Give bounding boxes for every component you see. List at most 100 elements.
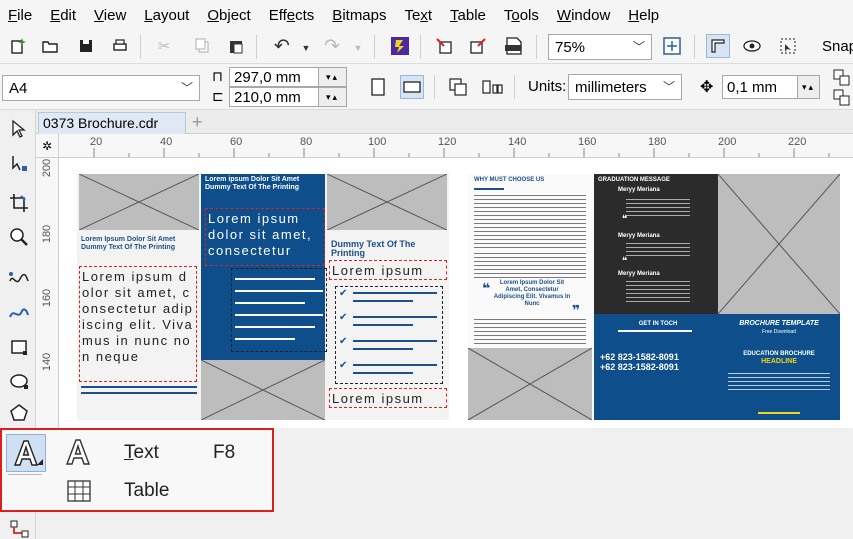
publish-pdf-icon[interactable] xyxy=(502,34,526,58)
current-page-icon[interactable] xyxy=(480,75,504,99)
open-folder-icon[interactable] xyxy=(38,34,62,58)
panel1-body-text[interactable]: Lorem ipsum dolor sit amet, consectetur … xyxy=(79,266,197,382)
free-download-label[interactable]: Free Download xyxy=(720,328,838,336)
menu-help[interactable]: Help xyxy=(628,7,659,24)
person-name[interactable]: Meryy Meriana xyxy=(618,186,698,194)
search-content-icon[interactable] xyxy=(388,34,412,58)
nudge-stepper-icon[interactable]: ▾▴ xyxy=(797,76,819,98)
new-tab-button[interactable]: + xyxy=(192,112,203,133)
image-placeholder[interactable] xyxy=(327,174,447,230)
panel1-heading[interactable]: Lorem Ipsum Dolor Sit Amet Dummy Text Of… xyxy=(81,236,197,252)
panel3-body-top[interactable]: Lorem ipsum xyxy=(329,260,447,280)
image-placeholder[interactable] xyxy=(79,174,199,230)
get-in-touch-heading[interactable]: GET IN TOCH xyxy=(618,320,698,328)
import-icon[interactable] xyxy=(432,34,456,58)
menu-effects[interactable]: Effects xyxy=(269,7,315,24)
crop-tool-icon[interactable] xyxy=(6,190,32,216)
page-width-value: 297,0 mm xyxy=(234,68,301,86)
headline-label[interactable]: HEADLINE xyxy=(720,358,838,366)
quote-text[interactable]: Lorem Ipsum Dolor Sit Amet, Consectetur … xyxy=(492,280,572,308)
chevron-down-icon: ﹀ xyxy=(662,80,675,94)
phone-number[interactable]: +62 823-1582-8091 xyxy=(600,362,716,372)
phone-number[interactable]: +62 823-1582-8091 xyxy=(600,352,716,362)
print-icon[interactable] xyxy=(108,34,132,58)
freehand-tool-icon[interactable] xyxy=(6,266,32,292)
portrait-orientation-icon[interactable] xyxy=(366,75,390,99)
page-size-select[interactable]: A4 ﹀ xyxy=(2,75,200,101)
menu-view[interactable]: View xyxy=(94,7,126,24)
page-height-stepper-icon[interactable]: ▾▴ xyxy=(318,88,346,106)
export-icon[interactable] xyxy=(466,34,490,58)
shape-tool-icon[interactable] xyxy=(6,150,32,176)
redo-icon[interactable]: ↷ xyxy=(320,34,344,58)
artistic-media-tool-icon[interactable] xyxy=(6,300,32,326)
menu-window[interactable]: Window xyxy=(557,7,610,24)
copy-icon[interactable] xyxy=(190,34,214,58)
image-placeholder[interactable] xyxy=(468,348,592,420)
image-placeholder[interactable] xyxy=(718,174,840,314)
units-select[interactable]: millimeters ﹀ xyxy=(568,74,682,100)
all-pages-icon[interactable] xyxy=(446,75,470,99)
drawing-canvas[interactable]: Lorem Ipsum Dolor Sit Amet Dummy Text Of… xyxy=(59,158,853,428)
new-document-icon[interactable] xyxy=(6,34,30,58)
menu-file[interactable]: File xyxy=(8,7,32,24)
full-screen-preview-icon[interactable] xyxy=(660,34,684,58)
menu-object[interactable]: Object xyxy=(207,7,250,24)
person-name[interactable]: Meryy Meriana xyxy=(618,232,698,240)
quote-open-icon: ❝ xyxy=(622,256,628,267)
why-choose-us-heading[interactable]: WHY MUST CHOOSE US xyxy=(474,176,590,184)
graduation-heading[interactable]: GRADUATION MESSAGE xyxy=(598,176,714,184)
snap-to-label[interactable]: Snap xyxy=(822,38,853,55)
ellipse-tool-icon[interactable] xyxy=(6,368,32,394)
view-mode-icon[interactable] xyxy=(740,34,764,58)
chevron-down-icon: ﹀ xyxy=(180,81,193,95)
undo-dropdown-chevron-icon[interactable]: ▼ xyxy=(294,36,318,60)
polygon-tool-icon[interactable] xyxy=(6,400,32,426)
page-height-input[interactable]: 210,0 mm ▾▴ xyxy=(229,87,347,107)
horizontal-ruler[interactable]: 20 40 60 80 100 120 140 160 180 200 220 xyxy=(59,134,853,158)
vertical-ruler[interactable]: 200 180 160 140 xyxy=(36,158,59,428)
page-width-input[interactable]: 297,0 mm ▾▴ xyxy=(229,67,347,87)
menu-table[interactable]: Table xyxy=(450,7,486,24)
panel3-heading[interactable]: Dummy Text Of The Printing xyxy=(331,240,445,258)
menu-layout[interactable]: Layout xyxy=(144,7,189,24)
paste-icon[interactable] xyxy=(224,34,248,58)
person-name[interactable]: Meryy Meriana xyxy=(618,270,698,278)
text-tool-button[interactable] xyxy=(6,434,46,472)
image-placeholder[interactable] xyxy=(201,360,325,420)
zoom-tool-icon[interactable] xyxy=(6,224,32,250)
check-icon: ✔ xyxy=(339,336,348,347)
brochure-page-outside[interactable]: WHY MUST CHOOSE US ❝ Lorem Ipsum Dolor S… xyxy=(468,174,840,420)
menu-edit[interactable]: Edit xyxy=(50,7,76,24)
landscape-orientation-icon[interactable] xyxy=(400,75,424,99)
snap-to-icon[interactable] xyxy=(776,34,800,58)
flyout-item-text[interactable]: Text F8 xyxy=(57,434,269,472)
pick-tool-icon[interactable] xyxy=(6,116,32,142)
panel2-body-text[interactable]: Lorem ipsum dolor sit amet, consectetur xyxy=(205,208,325,266)
cut-icon[interactable]: ✂ xyxy=(152,34,176,58)
panel2-heading[interactable]: Lorem ipsum Dolor Sit Amet Dummy Text Of… xyxy=(205,176,323,192)
toolbar-separator xyxy=(514,75,515,99)
document-tab[interactable]: 0373 Brochure.cdr xyxy=(38,112,186,134)
menu-tools[interactable]: Tools xyxy=(504,7,539,24)
flyout-item-table[interactable]: Table xyxy=(57,472,269,510)
page-width-icon: ⊓ xyxy=(212,68,223,84)
nudge-distance-input[interactable]: 0,1 mm ▾▴ xyxy=(722,75,820,99)
menu-text[interactable]: Text xyxy=(405,7,433,24)
duplicate-distance-y-icon[interactable] xyxy=(830,86,853,110)
redo-dropdown-chevron-icon[interactable]: ▼ xyxy=(346,36,370,60)
show-rulers-icon[interactable] xyxy=(706,34,730,58)
rectangle-tool-icon[interactable] xyxy=(6,334,32,360)
education-brochure-label[interactable]: EDUCATION BROCHURE xyxy=(720,350,838,358)
zoom-level-select[interactable]: 75% ﹀ xyxy=(548,34,652,60)
brochure-page-inside[interactable]: Lorem Ipsum Dolor Sit Amet Dummy Text Of… xyxy=(77,174,449,420)
save-icon[interactable] xyxy=(74,34,98,58)
ruler-origin-icon[interactable]: ✲ xyxy=(36,134,59,158)
undo-icon[interactable]: ↶ xyxy=(270,34,294,58)
page-width-stepper-icon[interactable]: ▾▴ xyxy=(318,68,346,86)
check-icon: ✔ xyxy=(339,360,348,371)
brochure-template-title[interactable]: BROCHURE TEMPLATE xyxy=(720,320,838,328)
connector-tool-icon[interactable] xyxy=(6,516,32,539)
menu-bitmaps[interactable]: Bitmaps xyxy=(332,7,386,24)
panel3-body-bottom[interactable]: Lorem ipsum xyxy=(329,388,447,408)
